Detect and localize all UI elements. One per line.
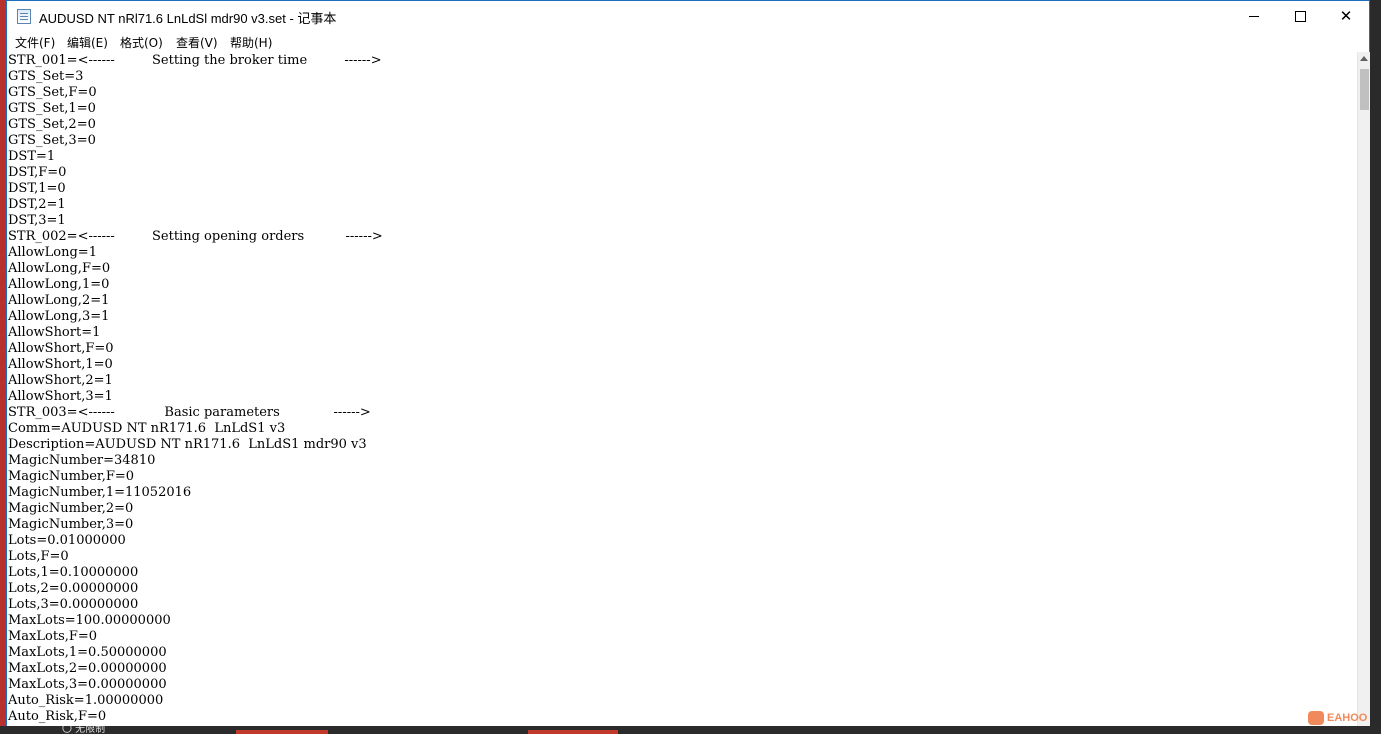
taskbar-app-button[interactable] [236, 730, 328, 734]
text-line: Lots,1=0.10000000 [8, 565, 139, 580]
text-line: MagicNumber,3=0 [8, 517, 134, 532]
text-line: AllowShort,3=1 [8, 389, 113, 404]
text-line: AllowLong,3=1 [8, 309, 110, 324]
text-line: Lots=0.01000000 [8, 533, 126, 548]
text-line: AllowLong,1=0 [8, 277, 110, 292]
text-line: MaxLots,3=0.00000000 [8, 677, 167, 692]
text-line: Description=AUDUSD NT nR171.6 LnLdS1 mdr… [8, 437, 367, 452]
menu-format[interactable]: 格式(O) [120, 34, 163, 51]
text-line: DST,3=1 [8, 213, 66, 228]
text-line: STR_003=<------ Basic parameters ------> [8, 405, 371, 420]
text-line: AllowShort,1=0 [8, 357, 113, 372]
text-line: DST,1=0 [8, 181, 66, 196]
minimize-button[interactable] [1231, 1, 1277, 32]
text-line: STR_001=<------ Setting the broker time … [8, 53, 382, 68]
text-line: AllowShort,2=1 [8, 373, 113, 388]
desktop-background-right [1370, 0, 1381, 734]
text-line: MagicNumber,2=0 [8, 501, 134, 516]
watermark-logo: EAHOO [1308, 708, 1370, 728]
text-line: GTS_Set,2=0 [8, 117, 96, 132]
text-line: MaxLots=100.00000000 [8, 613, 171, 628]
text-line: MaxLots,F=0 [8, 629, 98, 644]
text-line: AllowLong,2=1 [8, 293, 110, 308]
taskbar: 〇 无限制 [0, 726, 1381, 734]
text-line: MaxLots,1=0.50000000 [8, 645, 167, 660]
text-line: Auto_Risk=1.00000000 [8, 693, 164, 708]
text-editor[interactable]: STR_001=<------ Setting the broker time … [7, 52, 1357, 728]
text-line: Auto_Risk,F=0 [8, 709, 107, 724]
scroll-thumb[interactable] [1360, 69, 1369, 110]
text-line: MagicNumber=34810 [8, 453, 156, 468]
maximize-button[interactable] [1277, 1, 1323, 32]
text-line: Lots,2=0.00000000 [8, 581, 139, 596]
menu-bar: 文件(F) 编辑(E) 格式(O) 查看(V) 帮助(H) [7, 32, 1369, 52]
text-line: STR_002=<------ Setting opening orders -… [8, 229, 383, 244]
text-line: MaxLots,2=0.00000000 [8, 661, 167, 676]
menu-help[interactable]: 帮助(H) [230, 34, 272, 51]
notepad-window: AUDUSD NT nRl71.6 LnLdSl mdr90 v3.set - … [6, 0, 1370, 728]
text-line: DST,F=0 [8, 165, 67, 180]
text-line: Comm=AUDUSD NT nR171.6 LnLdS1 v3 [8, 421, 286, 436]
watermark-icon [1308, 711, 1324, 726]
title-bar[interactable]: AUDUSD NT nRl71.6 LnLdSl mdr90 v3.set - … [7, 1, 1369, 32]
close-button[interactable]: ✕ [1323, 1, 1369, 32]
text-line: MagicNumber,1=11052016 [8, 485, 192, 500]
text-line: GTS_Set,3=0 [8, 133, 96, 148]
text-line: GTS_Set,F=0 [8, 85, 97, 100]
watermark-text: EAHOO [1327, 712, 1368, 724]
scroll-up-arrow-icon[interactable] [1360, 56, 1368, 61]
menu-view[interactable]: 查看(V) [176, 34, 218, 51]
text-line: AllowShort=1 [8, 325, 101, 340]
text-line: DST=1 [8, 149, 56, 164]
menu-file[interactable]: 文件(F) [15, 34, 55, 51]
notepad-icon[interactable] [17, 9, 31, 24]
text-line: GTS_Set=3 [8, 69, 84, 84]
menu-edit[interactable]: 编辑(E) [67, 34, 108, 51]
text-line: AllowLong=1 [8, 245, 97, 260]
close-icon: ✕ [1339, 7, 1353, 25]
vertical-scrollbar[interactable] [1357, 52, 1370, 728]
text-line: AllowLong,F=0 [8, 261, 111, 276]
text-line: AllowShort,F=0 [8, 341, 114, 356]
window-title: AUDUSD NT nRl71.6 LnLdSl mdr90 v3.set - … [39, 11, 337, 26]
taskbar-app-button[interactable] [528, 730, 618, 734]
text-line: DST,2=1 [8, 197, 66, 212]
taskbar-label[interactable]: 〇 无限制 [62, 726, 105, 734]
text-line: Lots,F=0 [8, 549, 69, 564]
text-line: Lots,3=0.00000000 [8, 597, 139, 612]
text-line: MagicNumber,F=0 [8, 469, 135, 484]
text-line: GTS_Set,1=0 [8, 101, 96, 116]
